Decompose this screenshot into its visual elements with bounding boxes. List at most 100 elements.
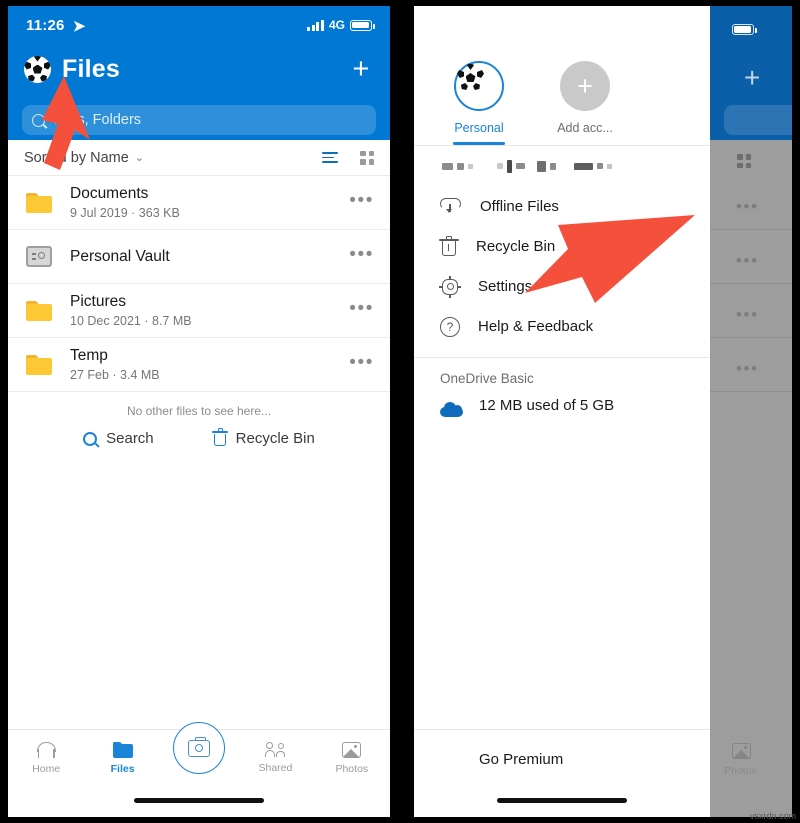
file-meta: 9 Jul 2019 · 363 KB <box>70 206 180 220</box>
offline-files-icon <box>440 198 462 215</box>
account-switcher: Personal + Add acc... <box>414 6 710 145</box>
add-button[interactable]: + <box>744 64 760 92</box>
recycle-bin-shortcut-label: Recycle Bin <box>236 430 315 447</box>
file-name: Documents <box>70 185 180 203</box>
dimmed-background-screen[interactable]: + ••• ••• ••• ••• Photos <box>710 6 792 817</box>
account-personal-label: Personal <box>454 121 503 135</box>
more-options-icon[interactable]: ••• <box>736 252 759 269</box>
more-options-icon[interactable]: ••• <box>349 245 374 268</box>
file-name: Pictures <box>70 293 192 311</box>
add-button[interactable]: + <box>348 55 374 84</box>
more-options-icon[interactable]: ••• <box>736 360 759 377</box>
list-view-icon[interactable] <box>322 152 338 163</box>
recycle-bin-shortcut-button[interactable]: Recycle Bin <box>214 430 315 447</box>
add-account-label: Add acc... <box>557 121 613 135</box>
more-options-icon[interactable]: ••• <box>349 299 374 322</box>
table-row[interactable]: Temp 27 Feb · 3.4 MB ••• <box>8 338 390 392</box>
add-account-button[interactable]: + Add acc... <box>548 61 622 145</box>
menu-item-offline-files-label: Offline Files <box>480 198 559 215</box>
dimmed-file-row[interactable]: ••• <box>710 230 792 284</box>
more-options-icon[interactable]: ••• <box>349 191 374 214</box>
view-toggle-group <box>322 151 374 165</box>
go-premium-label: Go Premium <box>479 751 563 768</box>
photos-icon <box>342 742 361 758</box>
left-phone-screenshot: 11:26 ➤ 4G Files + Files, Fo <box>8 6 390 817</box>
menu-item-settings-label: Settings <box>478 278 532 295</box>
file-meta: 27 Feb · 3.4 MB <box>70 368 160 382</box>
file-text-group: Documents 9 Jul 2019 · 363 KB <box>70 185 180 220</box>
more-options-icon[interactable]: ••• <box>736 198 759 215</box>
account-menu-list: Offline Files Recycle Bin Settings <box>414 187 710 347</box>
bottom-tab-bar: Home Files Shared Photos <box>8 729 390 817</box>
storage-text-group: 12 MB used of 5 GB <box>479 397 710 415</box>
camera-icon <box>188 740 210 757</box>
sort-button[interactable]: Sorted by Name <box>24 150 129 166</box>
menu-item-recycle-bin-label: Recycle Bin <box>476 238 555 255</box>
files-folder-icon <box>113 742 133 758</box>
home-indicator <box>497 798 627 803</box>
search-shortcut-label: Search <box>106 430 154 447</box>
more-options-icon[interactable]: ••• <box>349 353 374 376</box>
account-menu-panel: Personal + Add acc... <box>414 6 710 817</box>
file-name: Temp <box>70 347 160 365</box>
screenshot-stage: 11:26 ➤ 4G Files + Files, Fo <box>0 0 800 823</box>
soccer-ball-avatar-icon[interactable] <box>24 56 51 83</box>
tab-photos[interactable]: Photos <box>314 742 390 775</box>
tab-shared-label: Shared <box>258 762 292 774</box>
table-row[interactable]: Documents 9 Jul 2019 · 363 KB ••• <box>8 176 390 230</box>
folder-icon <box>26 355 52 375</box>
location-arrow-icon: ➤ <box>73 17 86 35</box>
folder-icon <box>26 193 52 213</box>
dimmed-file-row[interactable]: ••• <box>710 176 792 230</box>
menu-item-settings[interactable]: Settings <box>440 267 710 307</box>
tab-photos-label: Photos <box>335 763 368 775</box>
file-meta: 10 Dec 2021 · 8.7 MB <box>70 314 192 328</box>
more-options-icon[interactable]: ••• <box>736 306 759 323</box>
search-placeholder: Files, Folders <box>54 112 141 128</box>
photos-icon[interactable] <box>732 743 751 759</box>
go-premium-button[interactable]: Go Premium <box>414 730 710 769</box>
menu-item-help-feedback[interactable]: ? Help & Feedback <box>440 307 710 347</box>
grid-view-icon[interactable] <box>360 151 374 165</box>
tab-files[interactable]: Files <box>84 742 160 775</box>
account-email-redacted <box>414 146 710 187</box>
storage-used-label: 12 MB used of 5 GB <box>479 397 614 414</box>
search-icon <box>83 432 97 446</box>
tab-home-label: Home <box>32 763 60 775</box>
table-row[interactable]: Pictures 10 Dec 2021 · 8.7 MB ••• <box>8 284 390 338</box>
network-type-label: 4G <box>329 18 345 32</box>
cloud-icon <box>440 402 463 417</box>
search-shortcut-button[interactable]: Search <box>83 430 154 447</box>
dimmed-file-row[interactable]: ••• <box>710 338 792 392</box>
tab-shared[interactable]: Shared <box>237 742 313 774</box>
selected-account-underline <box>453 142 505 145</box>
account-personal[interactable]: Personal <box>442 61 516 145</box>
search-icon <box>32 114 45 127</box>
files-blue-header: 11:26 ➤ 4G Files + Files, Fo <box>8 6 390 140</box>
recycle-bin-icon <box>440 237 458 256</box>
battery-icon <box>732 24 754 35</box>
tab-list: Home Files Shared Photos <box>8 730 390 786</box>
signal-bars-icon <box>307 20 324 31</box>
folder-icon <box>26 301 52 321</box>
grid-view-icon[interactable] <box>737 154 751 168</box>
menu-item-offline-files[interactable]: Offline Files <box>440 187 710 227</box>
search-input[interactable]: Files, Folders <box>22 105 376 135</box>
camera-capture-button[interactable] <box>173 722 225 774</box>
status-bar-time: 11:26 <box>26 17 65 34</box>
status-bar-time-group: 11:26 ➤ <box>26 16 86 34</box>
page-title: Files <box>62 55 120 84</box>
table-row[interactable]: Personal Vault ••• <box>8 230 390 284</box>
dimmed-file-row[interactable]: ••• <box>710 284 792 338</box>
file-name: Personal Vault <box>70 248 170 266</box>
chevron-down-icon[interactable]: ⌄ <box>135 151 144 164</box>
menu-item-recycle-bin[interactable]: Recycle Bin <box>440 227 710 267</box>
tab-files-label: Files <box>111 763 135 775</box>
storage-summary[interactable]: 12 MB used of 5 GB <box>414 386 710 417</box>
tab-home[interactable]: Home <box>8 742 84 775</box>
spacer <box>559 142 611 145</box>
dimmed-search-input[interactable] <box>724 105 792 135</box>
status-bar-indicators: 4G <box>307 18 372 32</box>
menu-item-help-feedback-label: Help & Feedback <box>478 318 593 335</box>
file-text-group: Personal Vault <box>70 248 170 266</box>
